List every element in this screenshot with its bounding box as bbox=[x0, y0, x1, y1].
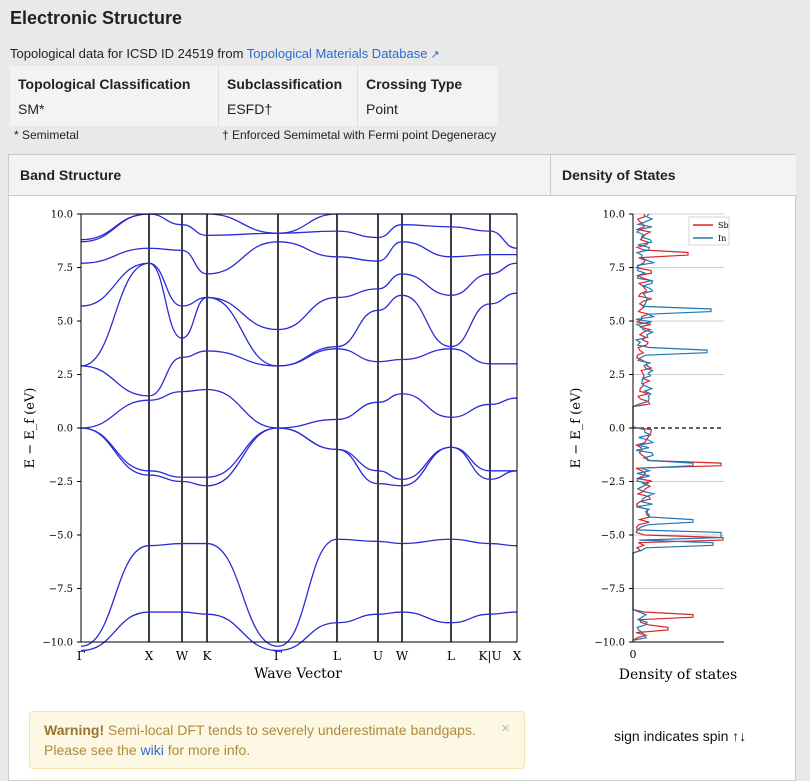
band-ytick-label: −7.5 bbox=[49, 584, 73, 595]
dos-xlabel: Density of states bbox=[619, 667, 738, 683]
dos-ytick-label: −7.5 bbox=[601, 584, 625, 595]
warning-label: Warning! bbox=[44, 722, 105, 738]
band-ytick-label: 10.0 bbox=[51, 210, 73, 221]
band-ytick-label: 5.0 bbox=[57, 317, 73, 328]
dos-series-in bbox=[632, 213, 722, 641]
dos-ytick-label: 7.5 bbox=[609, 263, 625, 274]
band-xtick-label: Γ bbox=[77, 649, 85, 663]
band-ytick-label: −2.5 bbox=[49, 477, 73, 488]
band-ytick-label: −10.0 bbox=[42, 638, 73, 649]
warning-alert: Warning! Semi-local DFT tends to severel… bbox=[29, 711, 525, 769]
dos-ytick-label: 5.0 bbox=[609, 317, 625, 328]
dos-legend: Sb In bbox=[688, 216, 730, 246]
band-xtick-label: L bbox=[333, 649, 341, 663]
wiki-link[interactable]: wiki bbox=[141, 742, 164, 758]
dos-ytick-label: 10.0 bbox=[603, 210, 625, 221]
band-xtick-label: X bbox=[145, 649, 154, 663]
band-ylabel: E − E_f (eV) bbox=[23, 388, 38, 469]
band-xlabel: Wave Vector bbox=[254, 666, 342, 682]
dos-ytick-label: −2.5 bbox=[601, 477, 625, 488]
warning-post: for more info. bbox=[163, 742, 251, 758]
band-ytick-label: −5.0 bbox=[49, 531, 73, 542]
dos-ytick-label: −10.0 bbox=[594, 638, 625, 649]
band-ytick-label: 0.0 bbox=[57, 424, 73, 435]
warning-line-2: Please see the wiki for more info. bbox=[44, 742, 250, 758]
dos-ytick-label: 2.5 bbox=[609, 370, 625, 381]
warning-text: Semi-local DFT tends to severely underes… bbox=[104, 722, 476, 738]
band-xtick-label: W bbox=[176, 649, 189, 663]
close-icon[interactable]: × bbox=[501, 720, 510, 737]
band-xtick-label: W bbox=[396, 649, 409, 663]
warning-line-1: Warning! Semi-local DFT tends to severel… bbox=[44, 722, 476, 738]
band-structure-chart: 10.07.55.02.50.0−2.5−5.0−7.5−10.0 ΓXWKΓL… bbox=[23, 210, 738, 684]
band-ytick-label: 2.5 bbox=[57, 370, 73, 381]
band-xtick-label: U bbox=[373, 649, 383, 663]
band-xtick-label: K bbox=[203, 649, 213, 663]
legend-label-in: In bbox=[718, 234, 726, 243]
spin-note: sign indicates spin ↑↓ bbox=[614, 728, 747, 744]
warning-pre: Please see the bbox=[44, 742, 141, 758]
dos-ylabel: E − E_f (eV) bbox=[569, 388, 584, 469]
dos-ytick-label: −5.0 bbox=[601, 531, 625, 542]
band-xtick-label: Γ bbox=[274, 649, 282, 663]
band-xtick-label: K|U bbox=[478, 649, 501, 663]
legend-label-sb: Sb bbox=[718, 221, 729, 230]
band-ytick-label: 7.5 bbox=[57, 263, 73, 274]
dos-xtick: 0 bbox=[630, 648, 637, 661]
dos-series-sb bbox=[632, 213, 724, 641]
dos-ytick-label: 0.0 bbox=[609, 424, 625, 435]
band-xtick-label: L bbox=[447, 649, 455, 663]
band-xtick-label: X bbox=[513, 649, 522, 663]
